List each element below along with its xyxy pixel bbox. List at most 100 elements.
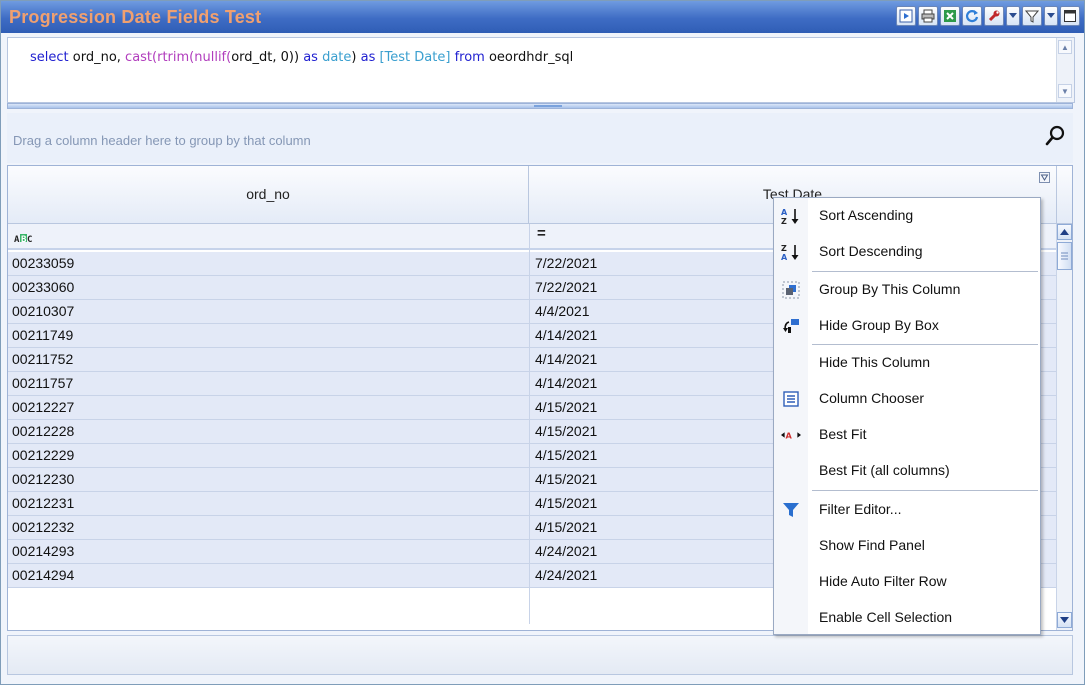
menu-item-sort-ascending[interactable]: AZ Sort Ascending (774, 198, 1040, 234)
dropdown-arrow-icon[interactable] (1044, 6, 1058, 26)
dropdown-arrow-icon[interactable] (1006, 6, 1020, 26)
menu-item-label: Hide Auto Filter Row (819, 573, 947, 589)
cell-test-date[interactable]: 4/14/2021 (535, 351, 597, 367)
cell-test-date[interactable]: 4/4/2021 (535, 303, 590, 319)
cell-test-date[interactable]: 4/24/2021 (535, 543, 597, 559)
print-icon[interactable] (918, 6, 938, 26)
menu-item-hide-this-column[interactable]: Hide This Column (774, 345, 1040, 381)
sql-token: ) (351, 50, 361, 65)
menu-item-label: Sort Descending (819, 243, 923, 259)
cell-ord-no[interactable]: 00211749 (12, 327, 73, 343)
menu-item-group-by-column[interactable]: Group By This Column (774, 272, 1040, 308)
sort-ascending-icon: AZ (781, 207, 801, 225)
scroll-down-icon[interactable] (1057, 612, 1072, 628)
cell-ord-no[interactable]: 00212230 (12, 471, 74, 487)
cell-test-date[interactable]: 4/24/2021 (535, 567, 597, 583)
column-header-ord-no[interactable]: ord_no (8, 166, 529, 224)
menu-item-label: Group By This Column (819, 281, 961, 297)
sql-token: oeordhdr_sql (488, 50, 574, 65)
cell-test-date[interactable]: 4/15/2021 (535, 423, 597, 439)
abc-filter-icon[interactable]: ABC (14, 230, 34, 246)
menu-item-enable-cell-selection[interactable]: Enable Cell Selection (774, 600, 1040, 636)
column-chooser-icon (781, 390, 801, 408)
app-window: Progression Date Fields Test select ord_… (0, 0, 1085, 685)
menu-item-best-fit-all-columns[interactable]: Best Fit (all columns) (774, 453, 1040, 489)
scroll-down-icon[interactable]: ▼ (1058, 84, 1072, 98)
sql-token: as (360, 50, 380, 65)
cell-ord-no[interactable]: 00212229 (12, 447, 74, 463)
settings-wrench-icon[interactable] (984, 6, 1004, 26)
sql-token: select (30, 50, 73, 65)
equals-filter-icon[interactable]: = (537, 225, 546, 242)
scroll-thumb[interactable] (1057, 242, 1072, 270)
cell-ord-no[interactable]: 00233060 (12, 279, 74, 295)
svg-text:A: A (781, 253, 788, 261)
sql-token: cast(rtrim(nullif( (125, 50, 232, 65)
column-header-label: ord_no (246, 186, 290, 202)
menu-separator (812, 490, 1038, 491)
cell-ord-no[interactable]: 00212227 (12, 399, 74, 415)
sql-token: as (303, 50, 323, 65)
title-bar: Progression Date Fields Test (1, 1, 1084, 33)
search-icon[interactable] (1045, 125, 1065, 150)
editor-splitter[interactable] (7, 103, 1073, 109)
menu-item-column-chooser[interactable]: Column Chooser (774, 381, 1040, 417)
cell-ord-no[interactable]: 00212231 (12, 495, 74, 511)
cell-test-date[interactable]: 4/15/2021 (535, 519, 597, 535)
menu-item-label: Show Find Panel (819, 537, 925, 553)
cell-test-date[interactable]: 7/22/2021 (535, 279, 597, 295)
splitter-grip[interactable] (534, 105, 562, 107)
menu-item-label: Best Fit (all columns) (819, 462, 950, 478)
menu-item-hide-auto-filter-row[interactable]: Hide Auto Filter Row (774, 564, 1040, 600)
svg-text:A: A (786, 431, 793, 441)
cell-test-date[interactable]: 4/14/2021 (535, 375, 597, 391)
scroll-up-icon[interactable]: ▲ (1058, 40, 1072, 54)
group-by-hint: Drag a column header here to group by th… (13, 133, 311, 148)
sql-token: date (322, 50, 352, 65)
sql-editor[interactable]: select ord_no, cast(rtrim(nullif(ord_dt,… (7, 37, 1075, 103)
svg-text:Z: Z (781, 244, 787, 253)
menu-item-filter-editor[interactable]: Filter Editor... (774, 492, 1040, 528)
group-by-panel[interactable]: Drag a column header here to group by th… (7, 113, 1073, 163)
sql-token: ord_no, (72, 50, 126, 65)
cell-ord-no[interactable]: 00214294 (12, 567, 74, 583)
cell-test-date[interactable]: 4/15/2021 (535, 447, 597, 463)
cell-test-date[interactable]: 4/15/2021 (535, 471, 597, 487)
menu-item-sort-descending[interactable]: ZA Sort Descending (774, 234, 1040, 270)
cell-ord-no[interactable]: 00214293 (12, 543, 74, 559)
cell-test-date[interactable]: 4/14/2021 (535, 327, 597, 343)
svg-text:A: A (14, 235, 20, 243)
cell-ord-no[interactable]: 00211752 (12, 351, 73, 367)
maximize-icon[interactable] (1060, 6, 1080, 26)
cell-ord-no[interactable]: 00211757 (12, 375, 73, 391)
sort-descending-icon: ZA (781, 243, 801, 261)
sql-token: [Test Date] (379, 50, 455, 65)
cell-ord-no[interactable]: 00212232 (12, 519, 74, 535)
cell-ord-no[interactable]: 00210307 (12, 303, 74, 319)
sql-token: ord_dt, 0)) (231, 50, 304, 65)
group-by-column-icon (781, 281, 801, 299)
menu-item-label: Sort Ascending (819, 207, 914, 223)
menu-item-show-find-panel[interactable]: Show Find Panel (774, 528, 1040, 564)
window-title: Progression Date Fields Test (9, 7, 262, 27)
excel-export-icon[interactable] (940, 6, 960, 26)
menu-item-label: Hide Group By Box (819, 317, 939, 333)
cell-ord-no[interactable]: 00233059 (12, 255, 74, 271)
refresh-icon[interactable] (962, 6, 982, 26)
best-fit-icon: A (781, 426, 801, 444)
cell-test-date[interactable]: 4/15/2021 (535, 399, 597, 415)
cell-test-date[interactable]: 7/22/2021 (535, 255, 597, 271)
scroll-up-icon[interactable] (1057, 224, 1072, 240)
sql-query-text[interactable]: select ord_no, cast(rtrim(nullif(ord_dt,… (30, 50, 573, 65)
sql-scrollbar[interactable]: ▲ ▼ (1056, 38, 1074, 102)
menu-item-best-fit[interactable]: A Best Fit (774, 417, 1040, 453)
column-filter-dropdown-icon[interactable] (1039, 170, 1050, 186)
title-toolbar (896, 6, 1080, 26)
cell-test-date[interactable]: 4/15/2021 (535, 495, 597, 511)
run-icon[interactable] (896, 6, 916, 26)
grid-vertical-scrollbar[interactable] (1056, 224, 1072, 630)
menu-item-hide-group-by-box[interactable]: Hide Group By Box (774, 308, 1040, 344)
filter-icon[interactable] (1022, 6, 1042, 26)
auto-filter-cell-ord-no[interactable]: ABC (8, 224, 529, 250)
cell-ord-no[interactable]: 00212228 (12, 423, 74, 439)
